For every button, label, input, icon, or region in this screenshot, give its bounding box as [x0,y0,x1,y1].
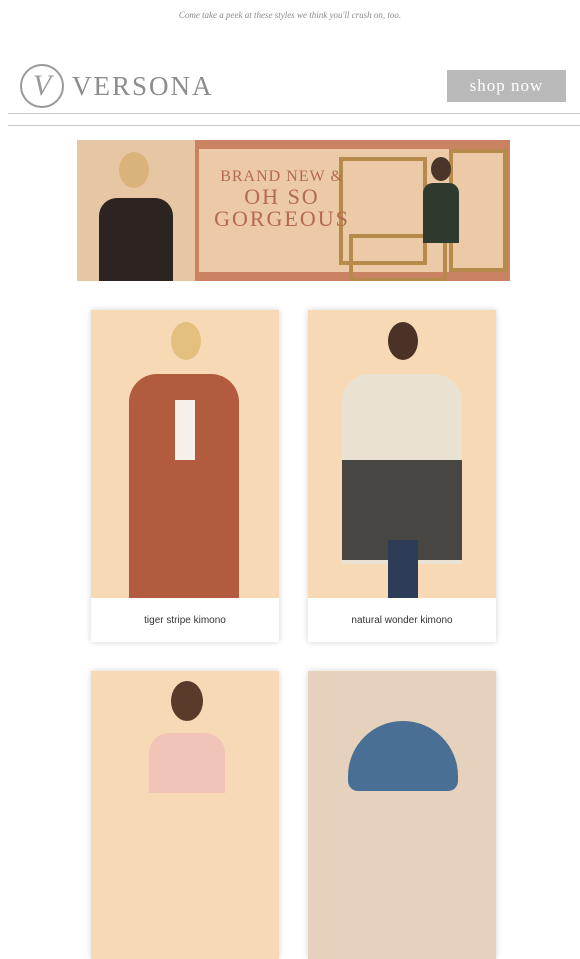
product-image[interactable] [91,310,279,598]
banner-line-3: GORGEOUS [214,206,350,231]
hero-banner[interactable]: BRAND NEW & OH SO GORGEOUS [77,140,510,281]
banner-line-2: OH SO [244,184,320,209]
versona-logo[interactable]: V VERSONA [20,64,214,108]
product-label[interactable]: tiger stripe kimono [91,598,279,642]
product-card-4[interactable] [308,671,496,959]
preheader-text: Come take a peek at these styles we thin… [178,10,402,20]
product-card-3[interactable] [91,671,279,959]
product-card-tiger-stripe[interactable]: tiger stripe kimono [91,310,279,642]
header-divider-bottom [8,125,580,126]
product-label[interactable]: natural wonder kimono [308,598,496,642]
banner-model-image-left [77,140,195,281]
logo-brand-name: VERSONA [72,70,214,101]
banner-model-image-right [431,157,451,181]
product-image[interactable] [308,310,496,598]
banner-headline: BRAND NEW & OH SO GORGEOUS [207,168,357,230]
header-divider-top [8,113,580,114]
product-card-natural-wonder[interactable]: natural wonder kimono [308,310,496,642]
product-image[interactable] [308,671,496,959]
logo-monogram-icon: V [20,64,64,108]
shop-now-button[interactable]: shop now [447,70,566,102]
product-image[interactable] [91,671,279,959]
